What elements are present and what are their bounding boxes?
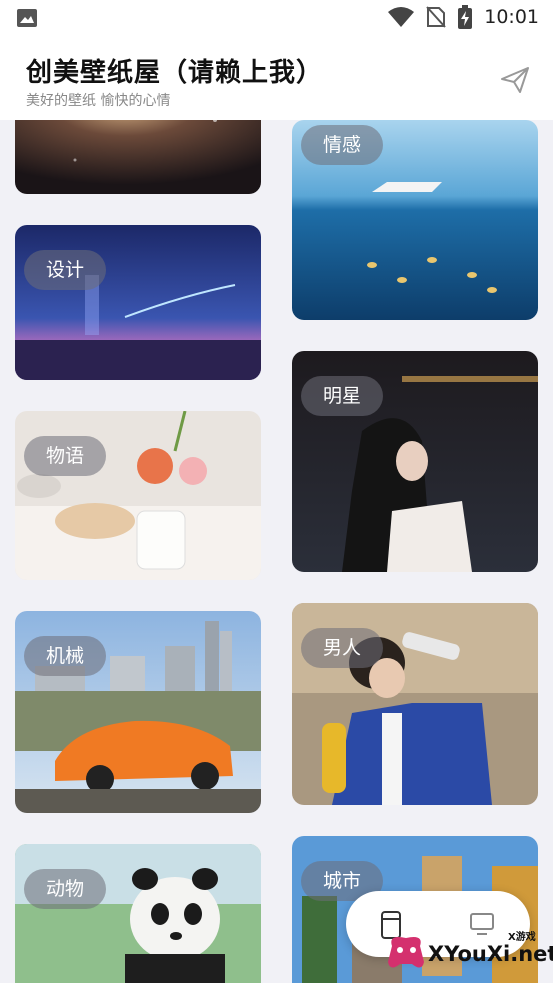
category-card-man[interactable]: 男人 xyxy=(292,603,538,805)
animal-image xyxy=(15,844,261,983)
category-card-design[interactable]: 设计 xyxy=(15,225,261,380)
category-tag: 动物 xyxy=(24,869,107,909)
category-tag: 机械 xyxy=(24,636,107,676)
category-tag: 设计 xyxy=(24,250,107,290)
category-tag: 明星 xyxy=(301,376,384,416)
paper-plane-icon[interactable] xyxy=(499,64,531,96)
status-bar: 10:01 xyxy=(0,0,553,38)
watermark-text: XYouXi.net xyxy=(428,942,553,966)
category-card-story[interactable]: 物语 xyxy=(15,411,261,580)
design-image xyxy=(15,225,261,380)
category-tag: 男人 xyxy=(301,628,384,668)
category-grid: 设计 物语 机械 动物 情感 明星 男人 城市 xyxy=(0,120,553,983)
category-tag: 情感 xyxy=(301,125,384,165)
app-bar: 创美壁纸屋（请赖上我） 美好的壁纸 愉快的心情 xyxy=(0,38,553,120)
category-card-machine[interactable]: 机械 xyxy=(15,611,261,813)
category-tag: 物语 xyxy=(24,436,107,476)
gamepad-logo-icon xyxy=(388,937,424,968)
category-card-star[interactable]: 明星 xyxy=(292,351,538,572)
clock: 10:01 xyxy=(484,6,539,28)
no-sim-icon xyxy=(426,6,446,28)
image-icon xyxy=(17,9,37,27)
page-subtitle: 美好的壁纸 愉快的心情 xyxy=(26,93,171,109)
galaxy-image xyxy=(15,120,261,194)
card-galaxy-top[interactable] xyxy=(15,120,261,194)
watermark-small: X游戏 xyxy=(508,932,536,943)
category-card-animal[interactable]: 动物 xyxy=(15,844,261,983)
battery-charging-icon xyxy=(458,5,473,29)
watermark: X游戏 XYouXi.net xyxy=(384,926,553,980)
category-card-emotion[interactable]: 情感 xyxy=(292,120,538,320)
wifi-icon xyxy=(388,7,415,27)
page-title: 创美壁纸屋（请赖上我） xyxy=(26,58,324,88)
